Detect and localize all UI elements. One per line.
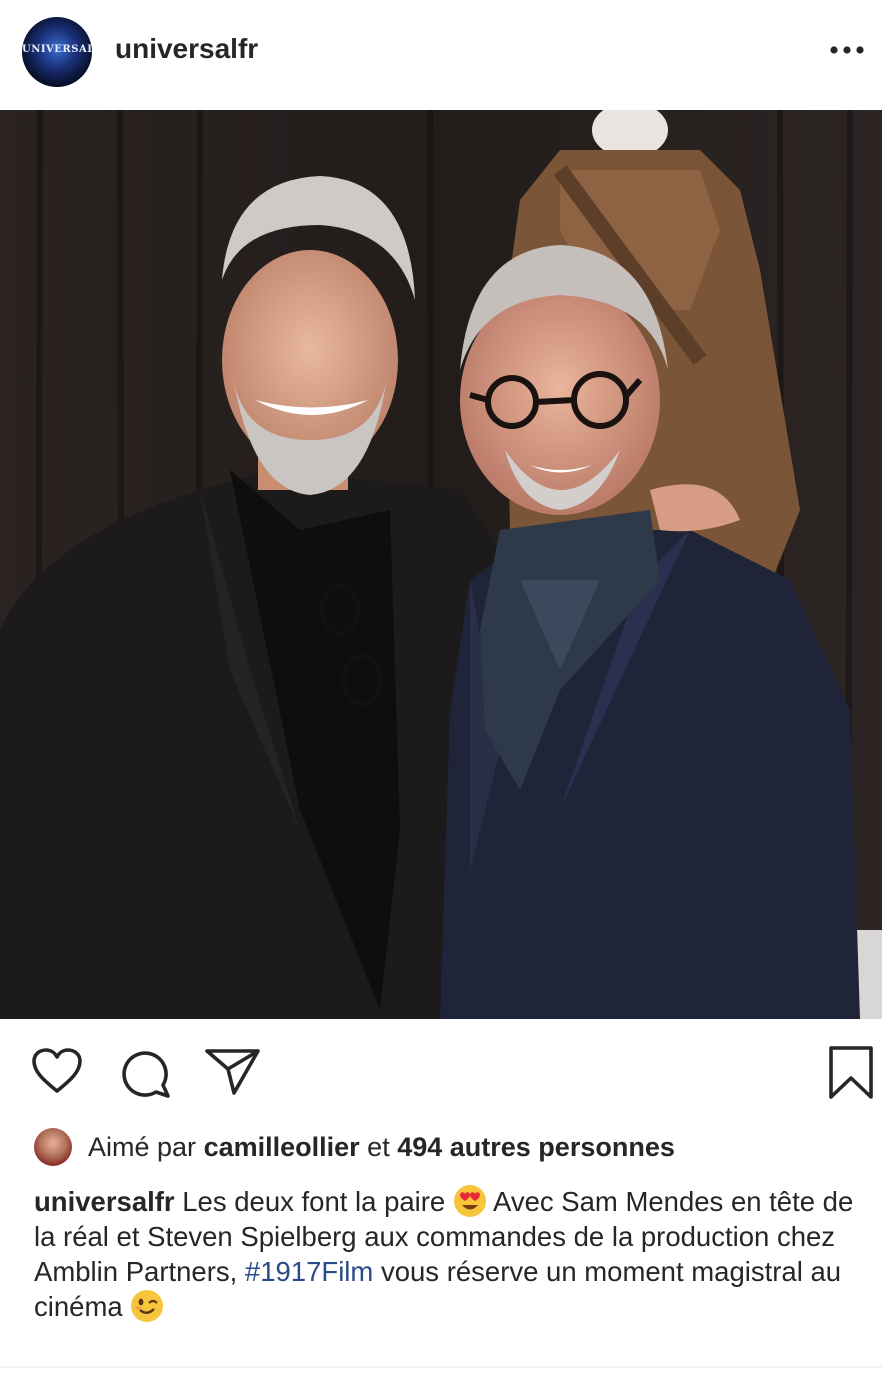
winking-face-emoji-icon: [131, 1290, 164, 1322]
share-button[interactable]: [204, 1047, 262, 1102]
account-avatar[interactable]: UNIVERSAL: [22, 17, 92, 87]
divider: [0, 1366, 882, 1368]
like-button[interactable]: [30, 1047, 84, 1100]
post-header: UNIVERSAL universalfr: [0, 0, 882, 110]
liker-username[interactable]: camilleollier: [204, 1132, 360, 1163]
post-photo[interactable]: [0, 110, 882, 1019]
likes-prefix: Aimé par: [88, 1131, 197, 1162]
bookmark-icon: [829, 1046, 873, 1099]
more-options-button[interactable]: [822, 30, 872, 70]
comment-icon: [122, 1051, 170, 1098]
photo-illustration: [0, 110, 882, 1019]
liker-avatar[interactable]: [34, 1128, 72, 1166]
heart-icon: [32, 1048, 82, 1093]
post-actions-bar: [0, 1019, 882, 1119]
comment-button[interactable]: [118, 1047, 172, 1104]
heart-eyes-emoji-icon: [453, 1185, 486, 1217]
paper-plane-icon: [205, 1049, 260, 1095]
post-username[interactable]: universalfr: [115, 33, 258, 65]
avatar-logo-text: UNIVERSAL: [22, 44, 92, 55]
caption-username[interactable]: universalfr: [34, 1186, 175, 1217]
post-caption: universalfr Les deux font la paire Avec …: [34, 1184, 864, 1324]
save-button[interactable]: [826, 1045, 876, 1106]
likes-summary: Aimé par camilleollier et 494 autres per…: [34, 1128, 675, 1166]
more-horizontal-icon: [830, 46, 864, 54]
caption-hashtag-link[interactable]: #1917Film: [245, 1256, 373, 1287]
likes-others-count[interactable]: 494 autres personnes: [397, 1132, 675, 1163]
likes-connector: et: [367, 1131, 390, 1162]
caption-text-1: Les deux font la paire: [182, 1186, 446, 1217]
